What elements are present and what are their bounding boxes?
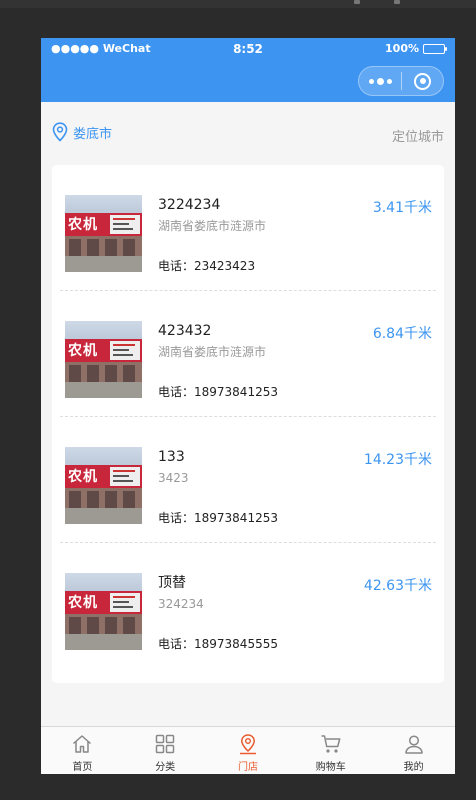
location-pin-icon xyxy=(52,122,68,142)
city-name: 娄底市 xyxy=(73,126,113,142)
store-list-item[interactable]: 农机 顶替 324234 电话：18973845555 42.63千米 xyxy=(60,543,436,669)
nav-header: ●●●●● WeChat 8:52 100% xyxy=(41,38,455,102)
current-city[interactable]: 娄底市 xyxy=(52,122,112,142)
more-dots-icon xyxy=(368,78,374,84)
location-bar: 娄底市 定位城市 xyxy=(41,120,455,148)
tab-category-label: 分类 xyxy=(155,762,176,773)
battery-percent: 100% xyxy=(385,42,419,55)
locate-city-button[interactable]: 定位城市 xyxy=(392,126,444,145)
more-dots-icon xyxy=(386,78,392,84)
target-circle-icon xyxy=(414,72,431,90)
store-address: 湖南省娄底市涟源市 xyxy=(158,345,267,359)
tab-profile-label: 我的 xyxy=(403,762,424,773)
store-location-icon xyxy=(239,734,256,755)
battery-icon xyxy=(423,43,447,54)
host-window-edge xyxy=(0,0,476,8)
miniprogram-capsule xyxy=(358,66,444,96)
store-address: 湖南省娄底市涟源市 xyxy=(158,219,267,233)
store-list: 农机 3224234 湖南省娄底市涟源市 电话：23423423 3.41千米 农机 423… xyxy=(52,165,444,683)
store-phone[interactable]: 电话：18973841253 xyxy=(158,383,278,400)
store-photo: 农机 xyxy=(65,573,142,650)
close-miniprogram-button[interactable] xyxy=(402,67,443,95)
store-distance: 42.63千米 xyxy=(363,578,432,594)
tab-stores[interactable]: 门店 xyxy=(207,727,290,774)
store-photo: 农机 xyxy=(65,447,142,524)
tab-stores-label: 门店 xyxy=(237,762,258,773)
host-edge-mark xyxy=(394,0,400,4)
tab-home[interactable]: 首页 xyxy=(41,727,124,774)
status-bar: ●●●●● WeChat 8:52 100% xyxy=(41,38,455,60)
store-distance: 6.84千米 xyxy=(372,326,432,342)
tab-profile[interactable]: 我的 xyxy=(372,727,455,774)
cart-icon xyxy=(321,735,341,753)
tab-cart-label: 购物车 xyxy=(315,762,346,773)
battery-status: 100% xyxy=(385,42,447,55)
store-list-item[interactable]: 农机 3224234 湖南省娄底市涟源市 电话：23423423 3.41千米 xyxy=(60,165,436,291)
store-distance: 3.41千米 xyxy=(372,200,432,216)
tab-home-label: 首页 xyxy=(72,762,93,773)
tab-category[interactable]: 分类 xyxy=(124,727,207,774)
tab-bar: 首页 分类 门店 购物车 我的 xyxy=(41,726,455,774)
store-list-item[interactable]: 农机 133 3423 电话：18973841253 14.23千米 xyxy=(60,417,436,543)
tab-cart[interactable]: 购物车 xyxy=(289,727,372,774)
more-menu-button[interactable] xyxy=(359,67,401,95)
home-icon xyxy=(73,735,92,753)
store-phone[interactable]: 电话：23423423 xyxy=(158,257,255,274)
host-edge-mark xyxy=(354,0,360,4)
store-list-item[interactable]: 农机 423432 湖南省娄底市涟源市 电话：18973841253 6.84千米 xyxy=(60,291,436,417)
phone-screen: ●●●●● WeChat 8:52 100% 娄底市 定位城市 农机 32242… xyxy=(41,38,455,774)
store-distance: 14.23千米 xyxy=(363,452,432,468)
more-dots-icon xyxy=(376,77,384,85)
store-address: 324234 xyxy=(158,597,204,611)
category-grid-icon xyxy=(155,734,175,754)
store-photo: 农机 xyxy=(65,321,142,398)
store-phone[interactable]: 电话：18973845555 xyxy=(158,635,278,652)
user-icon xyxy=(404,735,423,754)
store-address: 3423 xyxy=(158,471,189,485)
store-phone[interactable]: 电话：18973841253 xyxy=(158,509,278,526)
store-photo: 农机 xyxy=(65,195,142,272)
